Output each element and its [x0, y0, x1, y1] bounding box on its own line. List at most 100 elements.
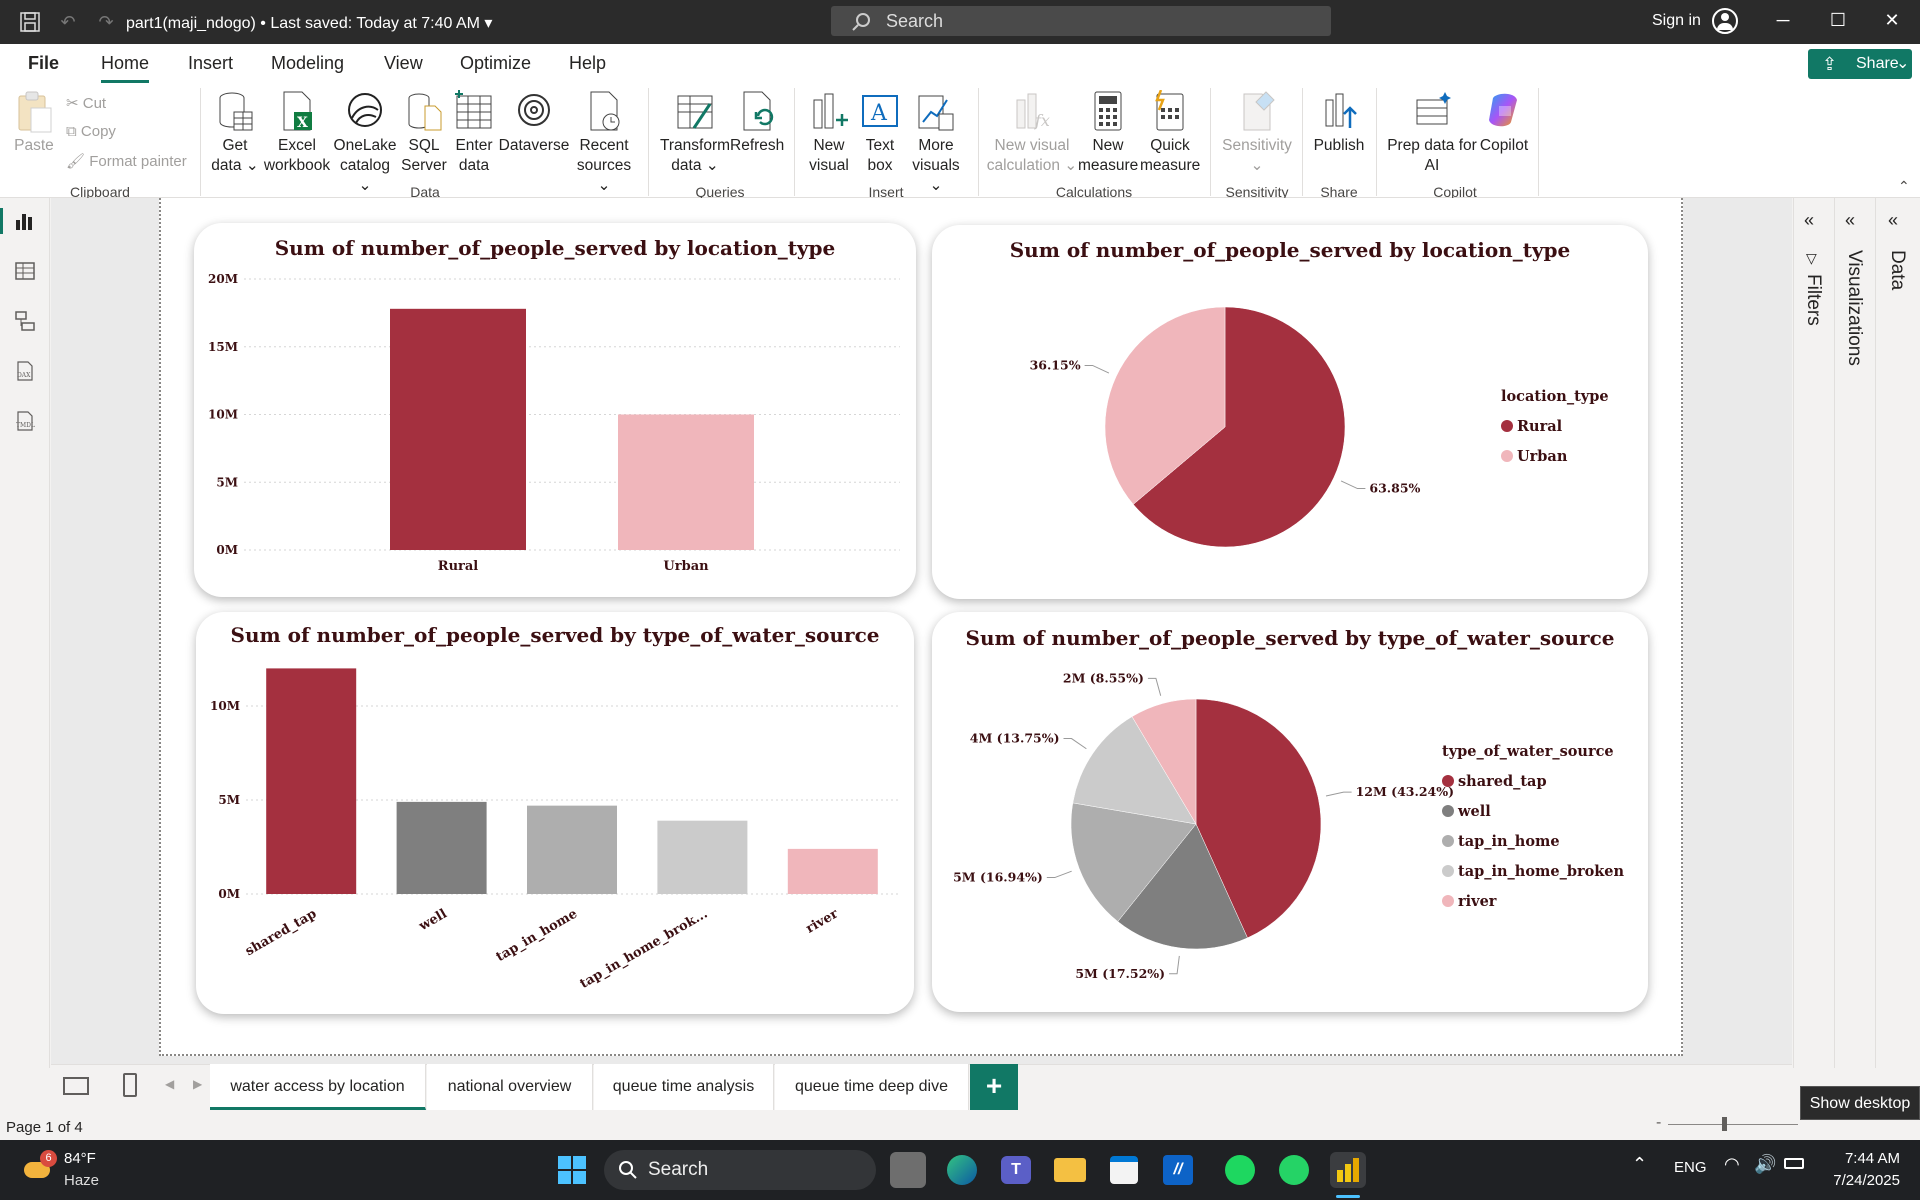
filters-pane[interactable]: « ▽ Filters	[1793, 198, 1833, 1068]
onelake-catalog-button[interactable]: OneLake catalog ⌄	[332, 90, 398, 196]
format-painter-button[interactable]: 🖌 Format painter	[66, 152, 187, 170]
visual-bar-source[interactable]: Sum of number_of_people_served by type_o…	[196, 612, 914, 1014]
menu-view[interactable]: View	[384, 53, 423, 74]
menu-help[interactable]: Help	[569, 53, 606, 74]
menu-optimize[interactable]: Optimize	[460, 53, 531, 74]
maximize-button[interactable]: ☐	[1823, 10, 1853, 34]
text-box-button[interactable]: A Text box	[856, 90, 904, 176]
file-title[interactable]: part1(maji_ndogo) • Last saved: Today at…	[126, 13, 492, 33]
visual-bar-location[interactable]: Sum of number_of_people_served by locati…	[194, 223, 916, 597]
more-visuals-button[interactable]: More visuals ⌄	[906, 90, 966, 196]
visual-pie-location[interactable]: Sum of number_of_people_served by locati…	[932, 225, 1648, 599]
recent-sources-button[interactable]: Recent sources ⌄	[570, 90, 638, 196]
whatsapp-icon[interactable]	[1276, 1152, 1312, 1188]
cut-label: Cut	[82, 95, 107, 112]
desktop-layout-icon[interactable]	[63, 1077, 89, 1095]
menu-file[interactable]: File	[28, 53, 59, 74]
report-view-icon[interactable]	[12, 208, 38, 234]
page-tab-water-access[interactable]: water access by location	[210, 1064, 426, 1110]
start-icon[interactable]	[554, 1152, 590, 1188]
collapse-ribbon-icon[interactable]: ⌃	[1898, 178, 1910, 195]
copilot-button[interactable]: Copilot	[1478, 90, 1530, 156]
bar-chart-location: 0M 5M 10M 15M 20M Rural Urban	[208, 272, 900, 574]
prep-data-icon	[1416, 92, 1451, 125]
transform-data-button[interactable]: Transform data ⌄	[660, 90, 730, 176]
task-view-icon[interactable]	[890, 1152, 926, 1188]
enter-data-button[interactable]: Enter data	[450, 90, 498, 176]
get-data-button[interactable]: Get data ⌄	[208, 90, 262, 176]
edge-icon[interactable]	[944, 1152, 980, 1188]
quick-measure-button[interactable]: Quick measure	[1140, 90, 1200, 176]
publish-button[interactable]: Publish	[1310, 90, 1368, 156]
page-tab-queue-time-analysis[interactable]: queue time analysis	[594, 1064, 774, 1110]
zoom-slider-thumb[interactable]	[1722, 1117, 1727, 1131]
azure-icon[interactable]: //	[1160, 1152, 1196, 1188]
expand-icon[interactable]: «	[1845, 210, 1855, 231]
model-view-icon[interactable]	[12, 308, 38, 334]
spotify-icon[interactable]	[1222, 1152, 1258, 1188]
taskbar-search[interactable]: Search	[604, 1150, 876, 1190]
x-tick-label: Rural	[438, 559, 479, 574]
divider	[1376, 88, 1377, 196]
visual-pie-source[interactable]: Sum of number_of_people_served by type_o…	[932, 612, 1648, 1012]
file-explorer-icon[interactable]	[1052, 1152, 1088, 1188]
publish-icon	[1325, 93, 1357, 128]
new-visual-button[interactable]: New visual	[806, 90, 852, 176]
table-view-icon[interactable]	[12, 258, 38, 284]
sql-server-button[interactable]: SQL Server	[398, 90, 450, 176]
close-button[interactable]: ✕	[1877, 10, 1907, 34]
dax-query-view-icon[interactable]: DAX	[12, 358, 38, 384]
expand-icon[interactable]: «	[1804, 210, 1814, 231]
new-visual-calculation-button[interactable]: fx New visual calculation ⌄	[986, 90, 1078, 176]
copy-button[interactable]: ⧉ Copy	[66, 123, 116, 140]
volume-icon[interactable]: 🔊	[1754, 1154, 1776, 1175]
undo-icon[interactable]: ↶	[56, 10, 80, 34]
cut-button[interactable]: ✂ Cut	[66, 94, 106, 112]
prev-page-icon[interactable]: ◀	[165, 1077, 174, 1091]
minimize-button[interactable]: ─	[1768, 10, 1798, 34]
teams-icon[interactable]: T	[998, 1152, 1034, 1188]
weather-icon[interactable]: 6	[20, 1150, 57, 1186]
powerbi-icon[interactable]	[1330, 1152, 1366, 1188]
visualizations-pane[interactable]: « Visualizations	[1834, 198, 1874, 1068]
menu-home[interactable]: Home	[101, 53, 149, 74]
menu-modeling[interactable]: Modeling	[271, 53, 344, 74]
sign-in-button[interactable]: Sign in	[1652, 12, 1701, 30]
redo-icon[interactable]: ↷	[94, 10, 118, 34]
search-input[interactable]: Search	[831, 6, 1331, 36]
menu-insert[interactable]: Insert	[188, 53, 233, 74]
save-icon[interactable]	[18, 10, 42, 34]
next-page-icon[interactable]: ▶	[193, 1077, 202, 1091]
tmdl-view-icon[interactable]: TMDL	[12, 408, 38, 434]
add-page-button[interactable]: +	[970, 1064, 1018, 1110]
zoom-out-icon[interactable]: -	[1656, 1114, 1661, 1132]
battery-icon[interactable]	[1784, 1158, 1804, 1169]
search-icon	[619, 1161, 637, 1179]
divider	[1210, 88, 1211, 196]
sql-label-2: Server	[401, 157, 447, 174]
data-pane[interactable]: « Data	[1875, 198, 1920, 1068]
page-tab-queue-time-deep-dive[interactable]: queue time deep dive	[775, 1064, 969, 1110]
quick-measure-label-1: Quick	[1150, 137, 1190, 154]
excel-workbook-button[interactable]: X Excel workbook	[262, 90, 332, 176]
clock-time[interactable]: 7:44 AM	[1832, 1150, 1900, 1167]
new-visual-calc-label-1: New visual	[994, 137, 1070, 154]
zoom-slider[interactable]	[1668, 1124, 1798, 1125]
prep-data-for-ai-button[interactable]: Prep data for AI	[1386, 90, 1478, 176]
new-measure-button[interactable]: New measure	[1078, 90, 1138, 176]
language-indicator[interactable]: ENG	[1674, 1159, 1707, 1176]
refresh-button[interactable]: Refresh	[730, 90, 784, 156]
store-icon[interactable]	[1106, 1152, 1142, 1188]
page-tab-national-overview[interactable]: national overview	[427, 1064, 593, 1110]
expand-icon[interactable]: «	[1888, 210, 1898, 231]
sensitivity-button[interactable]: Sensitivity ⌄	[1218, 90, 1296, 176]
chevron-down-icon: ⌄	[1250, 157, 1264, 174]
paste-button[interactable]: Paste	[12, 90, 56, 156]
mobile-layout-icon[interactable]	[123, 1073, 137, 1097]
wifi-icon[interactable]: ◠	[1724, 1154, 1740, 1175]
tray-overflow-icon[interactable]: ⌃	[1632, 1154, 1647, 1175]
share-button[interactable]: ⇪ Share ⌄	[1808, 49, 1912, 79]
clock-date[interactable]: 7/24/2025	[1818, 1172, 1900, 1189]
dataverse-button[interactable]: Dataverse	[498, 90, 570, 156]
account-icon[interactable]	[1712, 8, 1738, 34]
